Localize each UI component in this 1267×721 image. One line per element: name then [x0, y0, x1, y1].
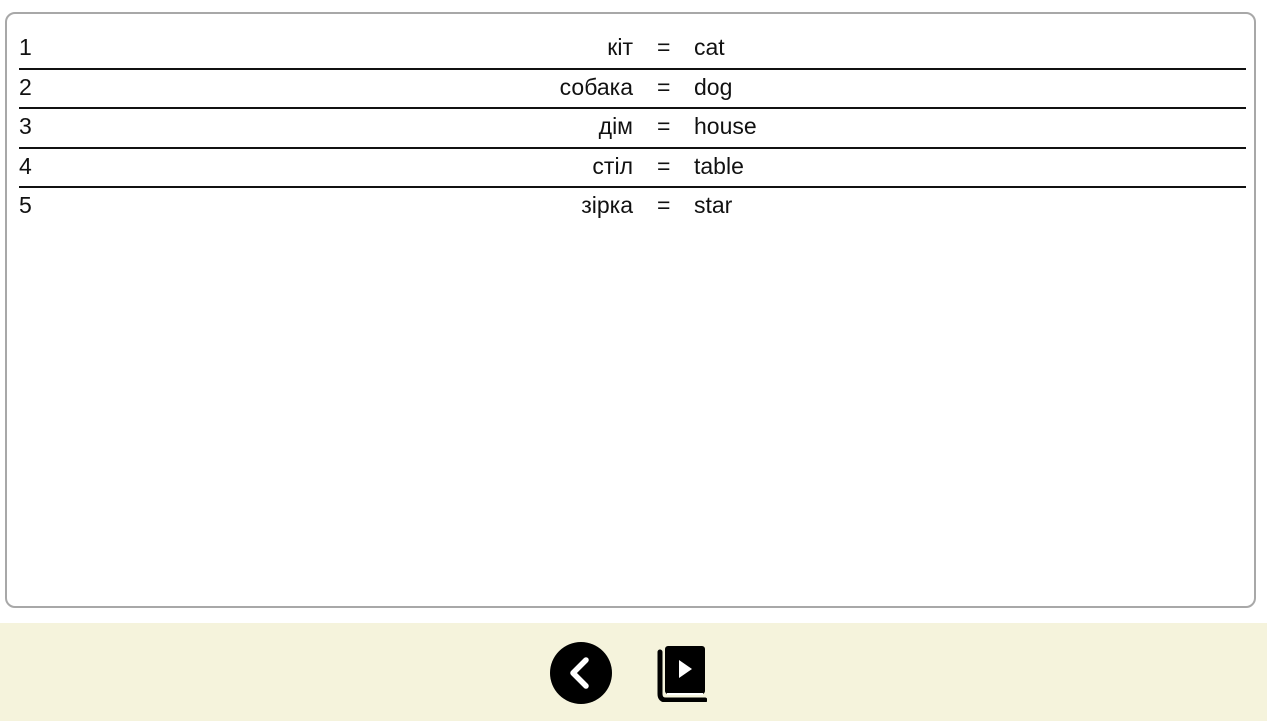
row-number: 1: [19, 34, 32, 60]
equals-sign: =: [657, 152, 671, 179]
row-number: 3: [19, 113, 32, 139]
vocabulary-card: 1 кіт = cat 2 собака = dog 3 дім = house…: [5, 12, 1256, 608]
source-word: кіт: [607, 34, 633, 60]
chevron-left-icon: [570, 657, 589, 689]
translation-word: table: [694, 152, 744, 179]
translation-word: house: [694, 113, 757, 139]
row-number: 2: [19, 73, 32, 100]
source-word: зірка: [581, 192, 633, 218]
list-item: 2 собака = dog: [19, 70, 1246, 109]
source-word: стіл: [592, 152, 633, 179]
back-button[interactable]: [550, 642, 612, 704]
vocabulary-list: 1 кіт = cat 2 собака = dog 3 дім = house…: [19, 30, 1246, 228]
source-word: дім: [598, 113, 633, 139]
list-item: 1 кіт = cat: [19, 30, 1246, 70]
equals-sign: =: [657, 192, 671, 218]
row-number: 4: [19, 152, 32, 179]
source-word: собака: [559, 73, 633, 100]
bottom-toolbar: [0, 623, 1267, 721]
list-item: 4 стіл = table: [19, 149, 1246, 188]
video-library-book-icon: [657, 646, 708, 703]
translation-word: dog: [694, 73, 733, 100]
equals-sign: =: [657, 73, 671, 100]
row-number: 5: [19, 192, 32, 218]
translation-word: cat: [694, 34, 725, 60]
equals-sign: =: [657, 113, 671, 139]
list-item: 5 зірка = star: [19, 188, 1246, 228]
equals-sign: =: [657, 34, 671, 60]
list-item: 3 дім = house: [19, 109, 1246, 149]
translation-word: star: [694, 192, 733, 218]
video-library-button[interactable]: [655, 644, 708, 703]
